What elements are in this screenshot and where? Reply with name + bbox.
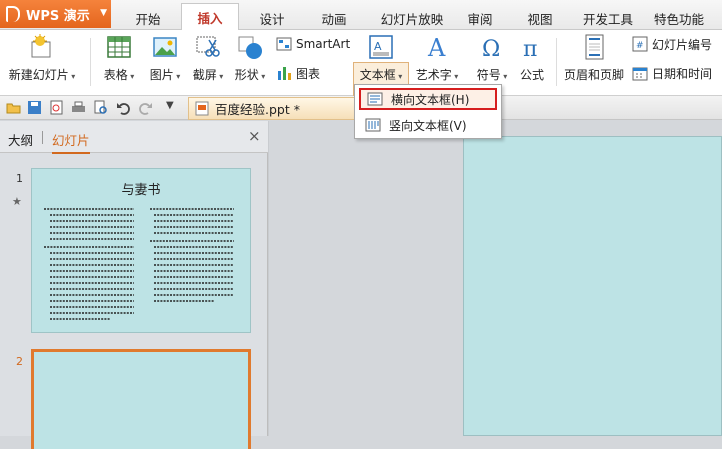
undo-icon[interactable] <box>116 100 131 115</box>
ppt-file-icon <box>195 101 209 116</box>
header-footer-label: 页眉和页脚 <box>563 68 624 82</box>
datetime-button[interactable]: 日期和时间 <box>632 63 712 83</box>
vertical-textbox-item[interactable]: 竖向文本框(V) <box>359 114 497 136</box>
textbox-label: 文本框 <box>360 66 403 83</box>
symbol-button[interactable]: Ω 符号 <box>472 32 512 88</box>
redo-icon[interactable] <box>138 100 153 115</box>
tab-animation[interactable]: 动画 <box>306 6 362 30</box>
print-icon[interactable] <box>71 100 86 115</box>
symbol-label: 符号 <box>477 66 508 83</box>
tab-review[interactable]: 审阅 <box>460 6 500 30</box>
slide-title: 与妻书 <box>121 183 161 198</box>
divider <box>42 131 43 144</box>
svg-text:#: # <box>636 41 644 51</box>
new-slide-icon <box>31 34 51 58</box>
vertical-textbox-label: 竖向文本框(V) <box>389 118 467 133</box>
textbox-button[interactable]: A 文本框 <box>355 32 407 88</box>
slide-canvas[interactable] <box>463 136 722 436</box>
slide-number-icon: # <box>632 36 648 52</box>
svg-text:π: π <box>523 37 537 60</box>
open-folder-icon[interactable] <box>6 100 21 115</box>
header-footer-icon <box>585 34 604 60</box>
wordart-label: 艺术字 <box>416 66 459 83</box>
slide-thumbnail-1[interactable]: 与妻书 <box>31 168 251 333</box>
slide-number-1: 1 <box>16 172 23 185</box>
smartart-button[interactable]: SmartArt <box>276 34 350 54</box>
tab-outline[interactable]: 大纲 <box>8 130 33 149</box>
tab-home[interactable]: 开始 <box>118 6 178 30</box>
tab-features[interactable]: 特色功能 <box>647 6 711 30</box>
slide-thumbnail-2[interactable] <box>31 349 251 449</box>
divider <box>556 38 557 86</box>
header-footer-button[interactable]: 页眉和页脚 <box>562 32 626 88</box>
table-icon <box>107 36 131 58</box>
tab-insert[interactable]: 插入 <box>181 3 239 31</box>
new-slide-button[interactable]: 新建幻灯片 <box>8 32 76 88</box>
wordart-icon: A <box>427 34 446 60</box>
chart-button[interactable]: 图表 <box>276 63 320 83</box>
tab-slides[interactable]: 幻灯片 <box>52 130 90 154</box>
scissors-icon <box>196 36 220 57</box>
chart-label: 图表 <box>296 66 321 81</box>
screenshot-button[interactable]: 截屏 <box>186 32 230 88</box>
shape-label: 形状 <box>235 66 266 83</box>
slide-number-button[interactable]: # 幻灯片编号 <box>632 34 712 54</box>
app-menu-button[interactable]: WPS 演示 ▼ <box>0 0 111 28</box>
export-pdf-icon[interactable] <box>49 100 64 115</box>
new-slide-label: 新建幻灯片 <box>9 66 76 83</box>
horizontal-textbox-label: 横向文本框(H) <box>391 92 470 107</box>
table-label: 表格 <box>104 66 135 83</box>
document-tab-label: 百度经验.ppt * <box>215 102 300 117</box>
calendar-icon <box>632 67 648 81</box>
ribbon-tab-bar: WPS 演示 ▼ 开始 插入 设计 动画 幻灯片放映 审阅 视图 开发工具 特色… <box>0 0 722 31</box>
formula-label: 公式 <box>519 68 544 82</box>
slide-body-text <box>44 208 234 320</box>
save-icon[interactable] <box>27 100 42 115</box>
tab-developer[interactable]: 开发工具 <box>576 6 640 30</box>
svg-text:A: A <box>427 34 446 60</box>
image-label: 图片 <box>150 66 181 83</box>
app-name: WPS 演示 <box>26 8 90 24</box>
formula-button[interactable]: π 公式 <box>514 32 550 88</box>
wordart-button[interactable]: A 艺术字 <box>412 32 462 88</box>
customize-toolbar-icon[interactable]: ▼ <box>166 100 174 111</box>
chevron-down-icon: ▼ <box>100 8 107 18</box>
smartart-label: SmartArt <box>296 37 351 51</box>
shapes-icon <box>238 36 262 59</box>
datetime-label: 日期和时间 <box>652 66 713 81</box>
svg-text:A: A <box>374 40 382 53</box>
slide-number-2: 2 <box>16 355 23 368</box>
tab-view[interactable]: 视图 <box>520 6 560 30</box>
panel-tabs: 大纲 幻灯片 × <box>0 121 268 154</box>
tab-slideshow[interactable]: 幻灯片放映 <box>370 6 454 30</box>
omega-icon: Ω <box>482 37 500 60</box>
pi-icon: π <box>523 37 537 60</box>
close-icon[interactable]: × <box>248 127 261 145</box>
print-preview-icon[interactable] <box>93 100 108 115</box>
divider <box>90 38 91 86</box>
table-button[interactable]: 表格 <box>98 32 140 88</box>
textbox-icon: A <box>369 35 393 59</box>
image-button[interactable]: 图片 <box>144 32 186 88</box>
slide-number-label: 幻灯片编号 <box>652 37 713 52</box>
wps-logo-icon <box>6 6 20 22</box>
smartart-icon <box>276 37 292 51</box>
textbox-dropdown-menu: 横向文本框(H) 竖向文本框(V) <box>354 84 502 139</box>
tab-design[interactable]: 设计 <box>246 6 298 30</box>
slide-panel: 大纲 幻灯片 × 1 ★ 与妻书 2 <box>0 121 268 449</box>
screenshot-label: 截屏 <box>193 66 224 83</box>
svg-text:Ω: Ω <box>482 37 500 60</box>
star-icon: ★ <box>12 195 22 208</box>
chart-icon <box>278 67 291 80</box>
horizontal-textbox-item[interactable]: 横向文本框(H) <box>359 88 497 110</box>
image-icon <box>153 37 177 57</box>
horizontal-textbox-icon <box>367 92 383 106</box>
shape-button[interactable]: 形状 <box>230 32 270 88</box>
vertical-textbox-icon <box>365 118 381 132</box>
